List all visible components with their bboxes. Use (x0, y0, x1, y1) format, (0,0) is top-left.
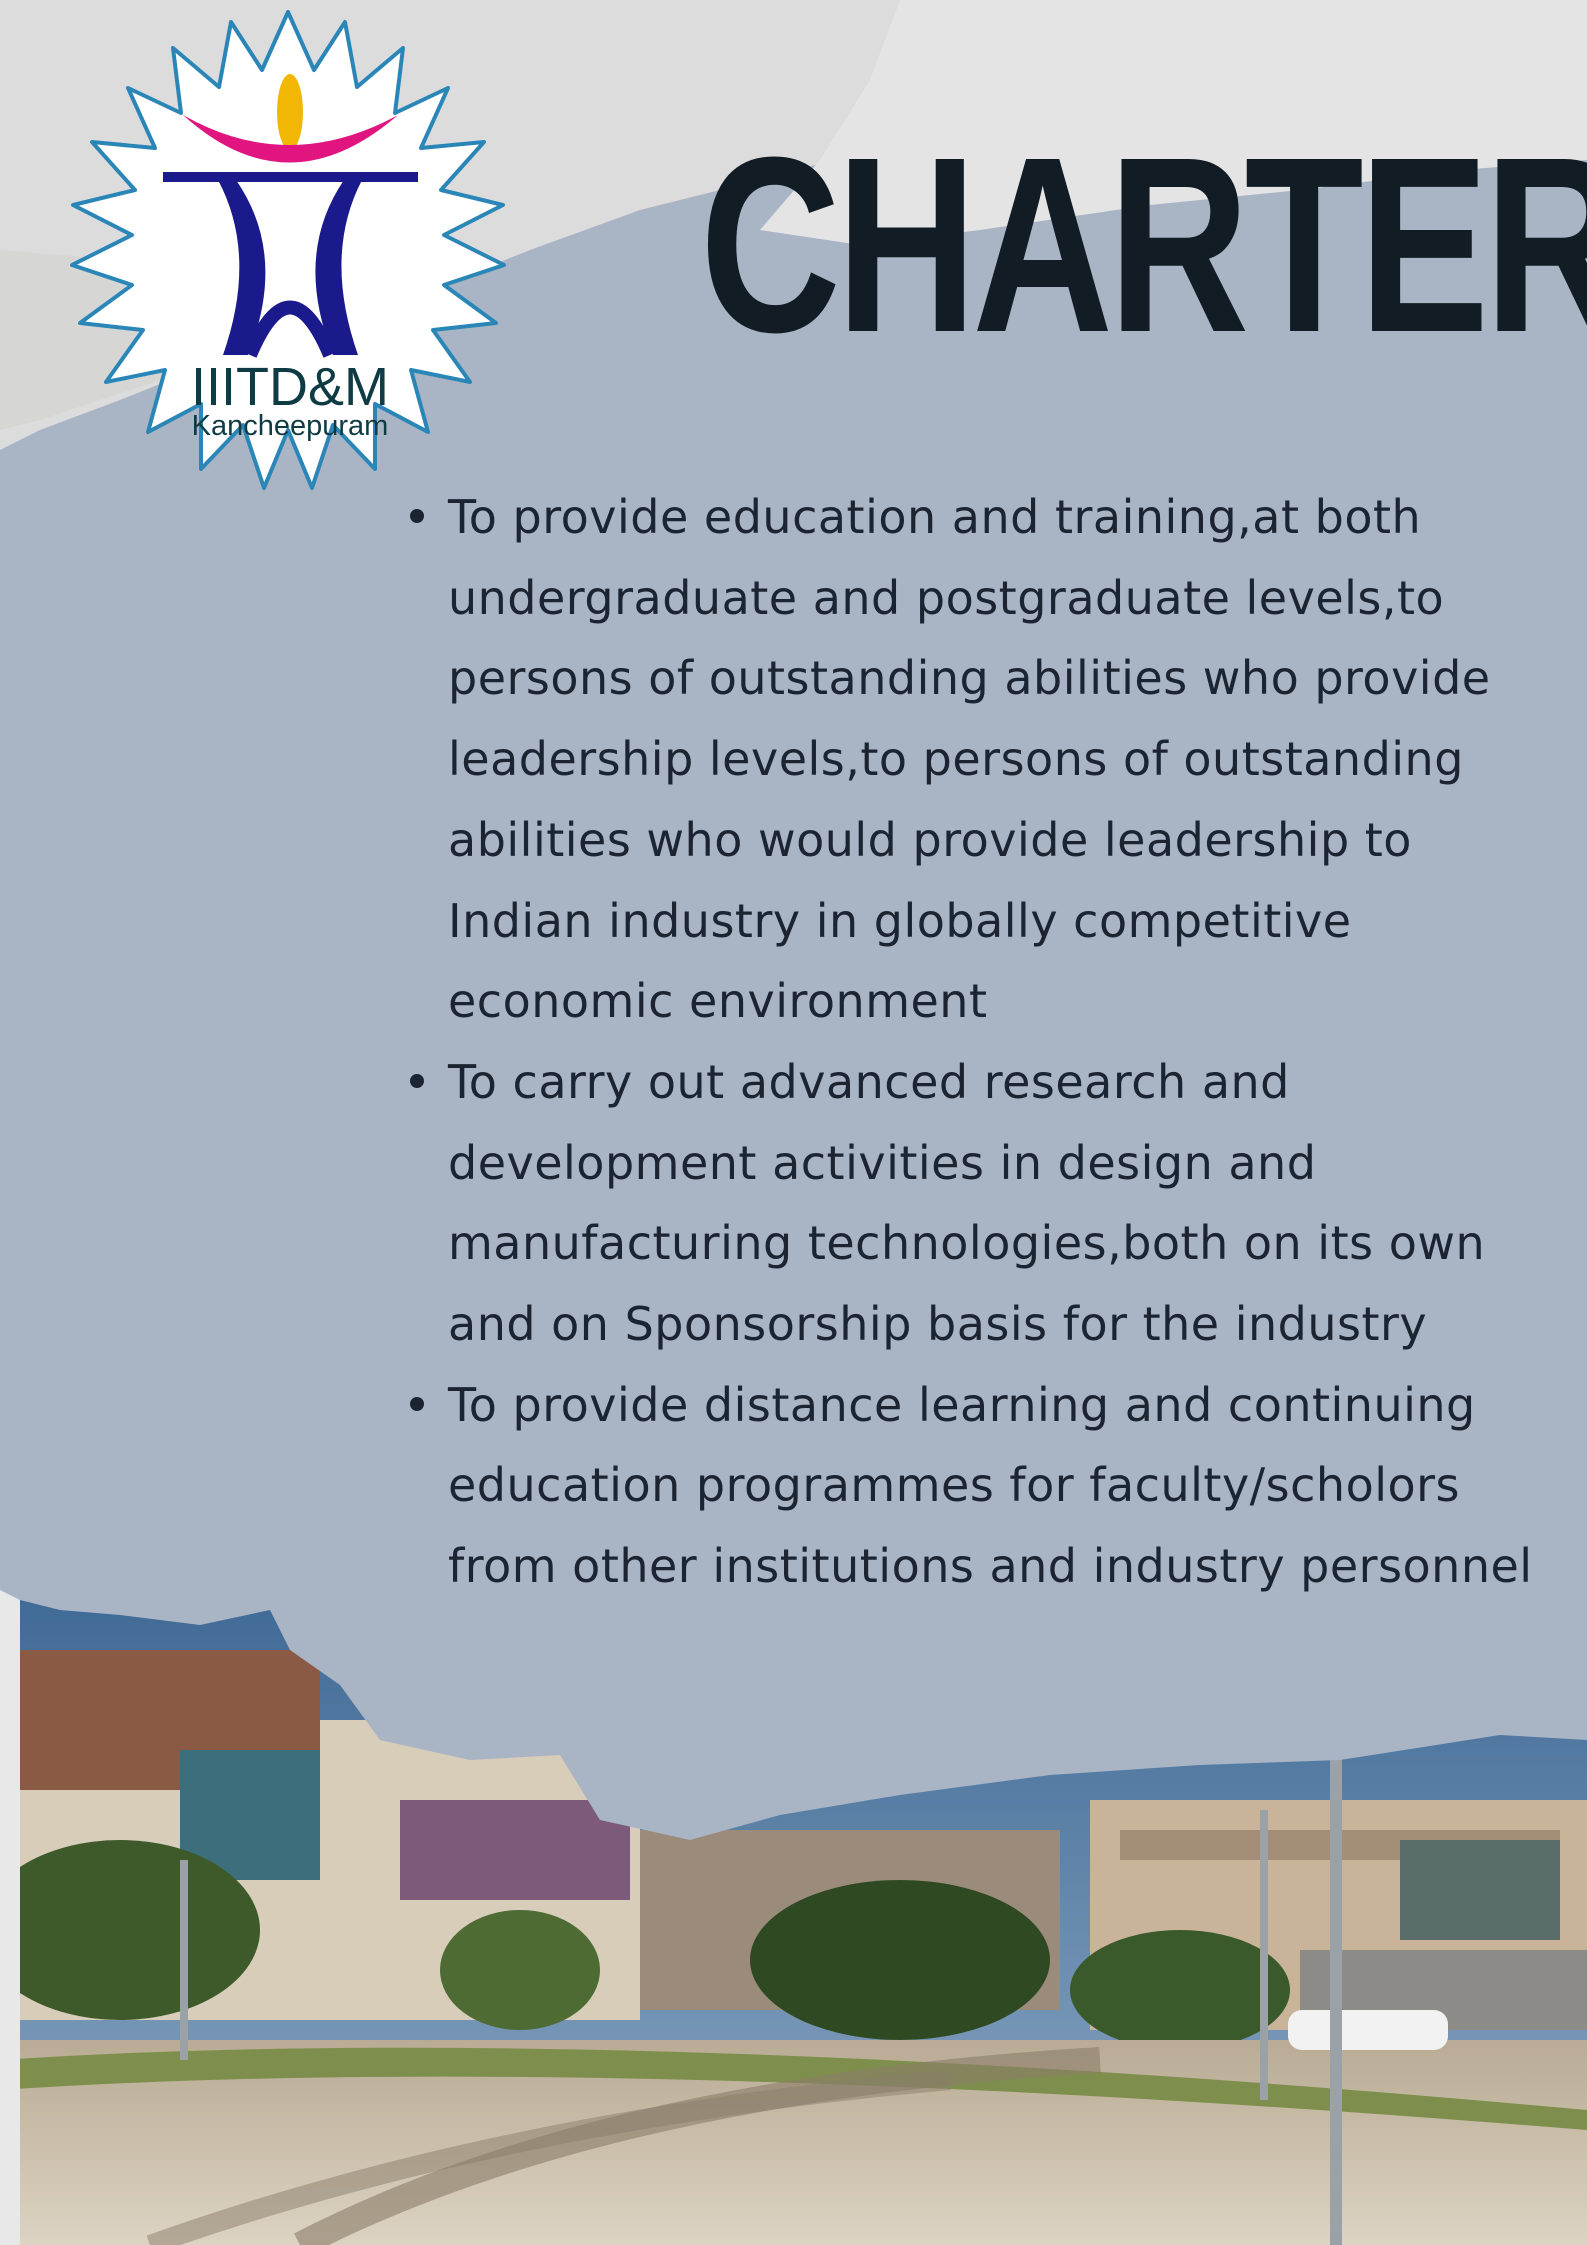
charter-item-text: To carry out advanced research and devel… (448, 1054, 1486, 1352)
charter-item-research: To carry out advanced research and devel… (400, 1042, 1560, 1365)
bullet-icon (410, 509, 424, 523)
logo-head (277, 74, 303, 150)
charter-item-distance-learning: To provide distance learning and continu… (400, 1365, 1560, 1607)
institute-logo: IIITD&M Kancheepuram (70, 10, 506, 490)
charter-list: To provide education and training,at bot… (400, 477, 1560, 1607)
page-title: CHARTER (700, 105, 1587, 384)
bullet-icon (410, 1073, 424, 1088)
charter-item-education: To provide education and training,at bot… (400, 477, 1560, 1042)
bullet-icon (410, 1396, 424, 1411)
charter-item-text: To provide distance learning and continu… (448, 1377, 1533, 1594)
charter-item-text: To provide education and training,at bot… (448, 490, 1491, 1029)
logo-name: IIITD&M (191, 357, 389, 417)
logo-location: Kancheepuram (192, 410, 389, 442)
campus-photo (0, 1590, 1587, 2245)
charter-poster: IIITD&M Kancheepuram CHARTER To provide … (0, 0, 1587, 2245)
